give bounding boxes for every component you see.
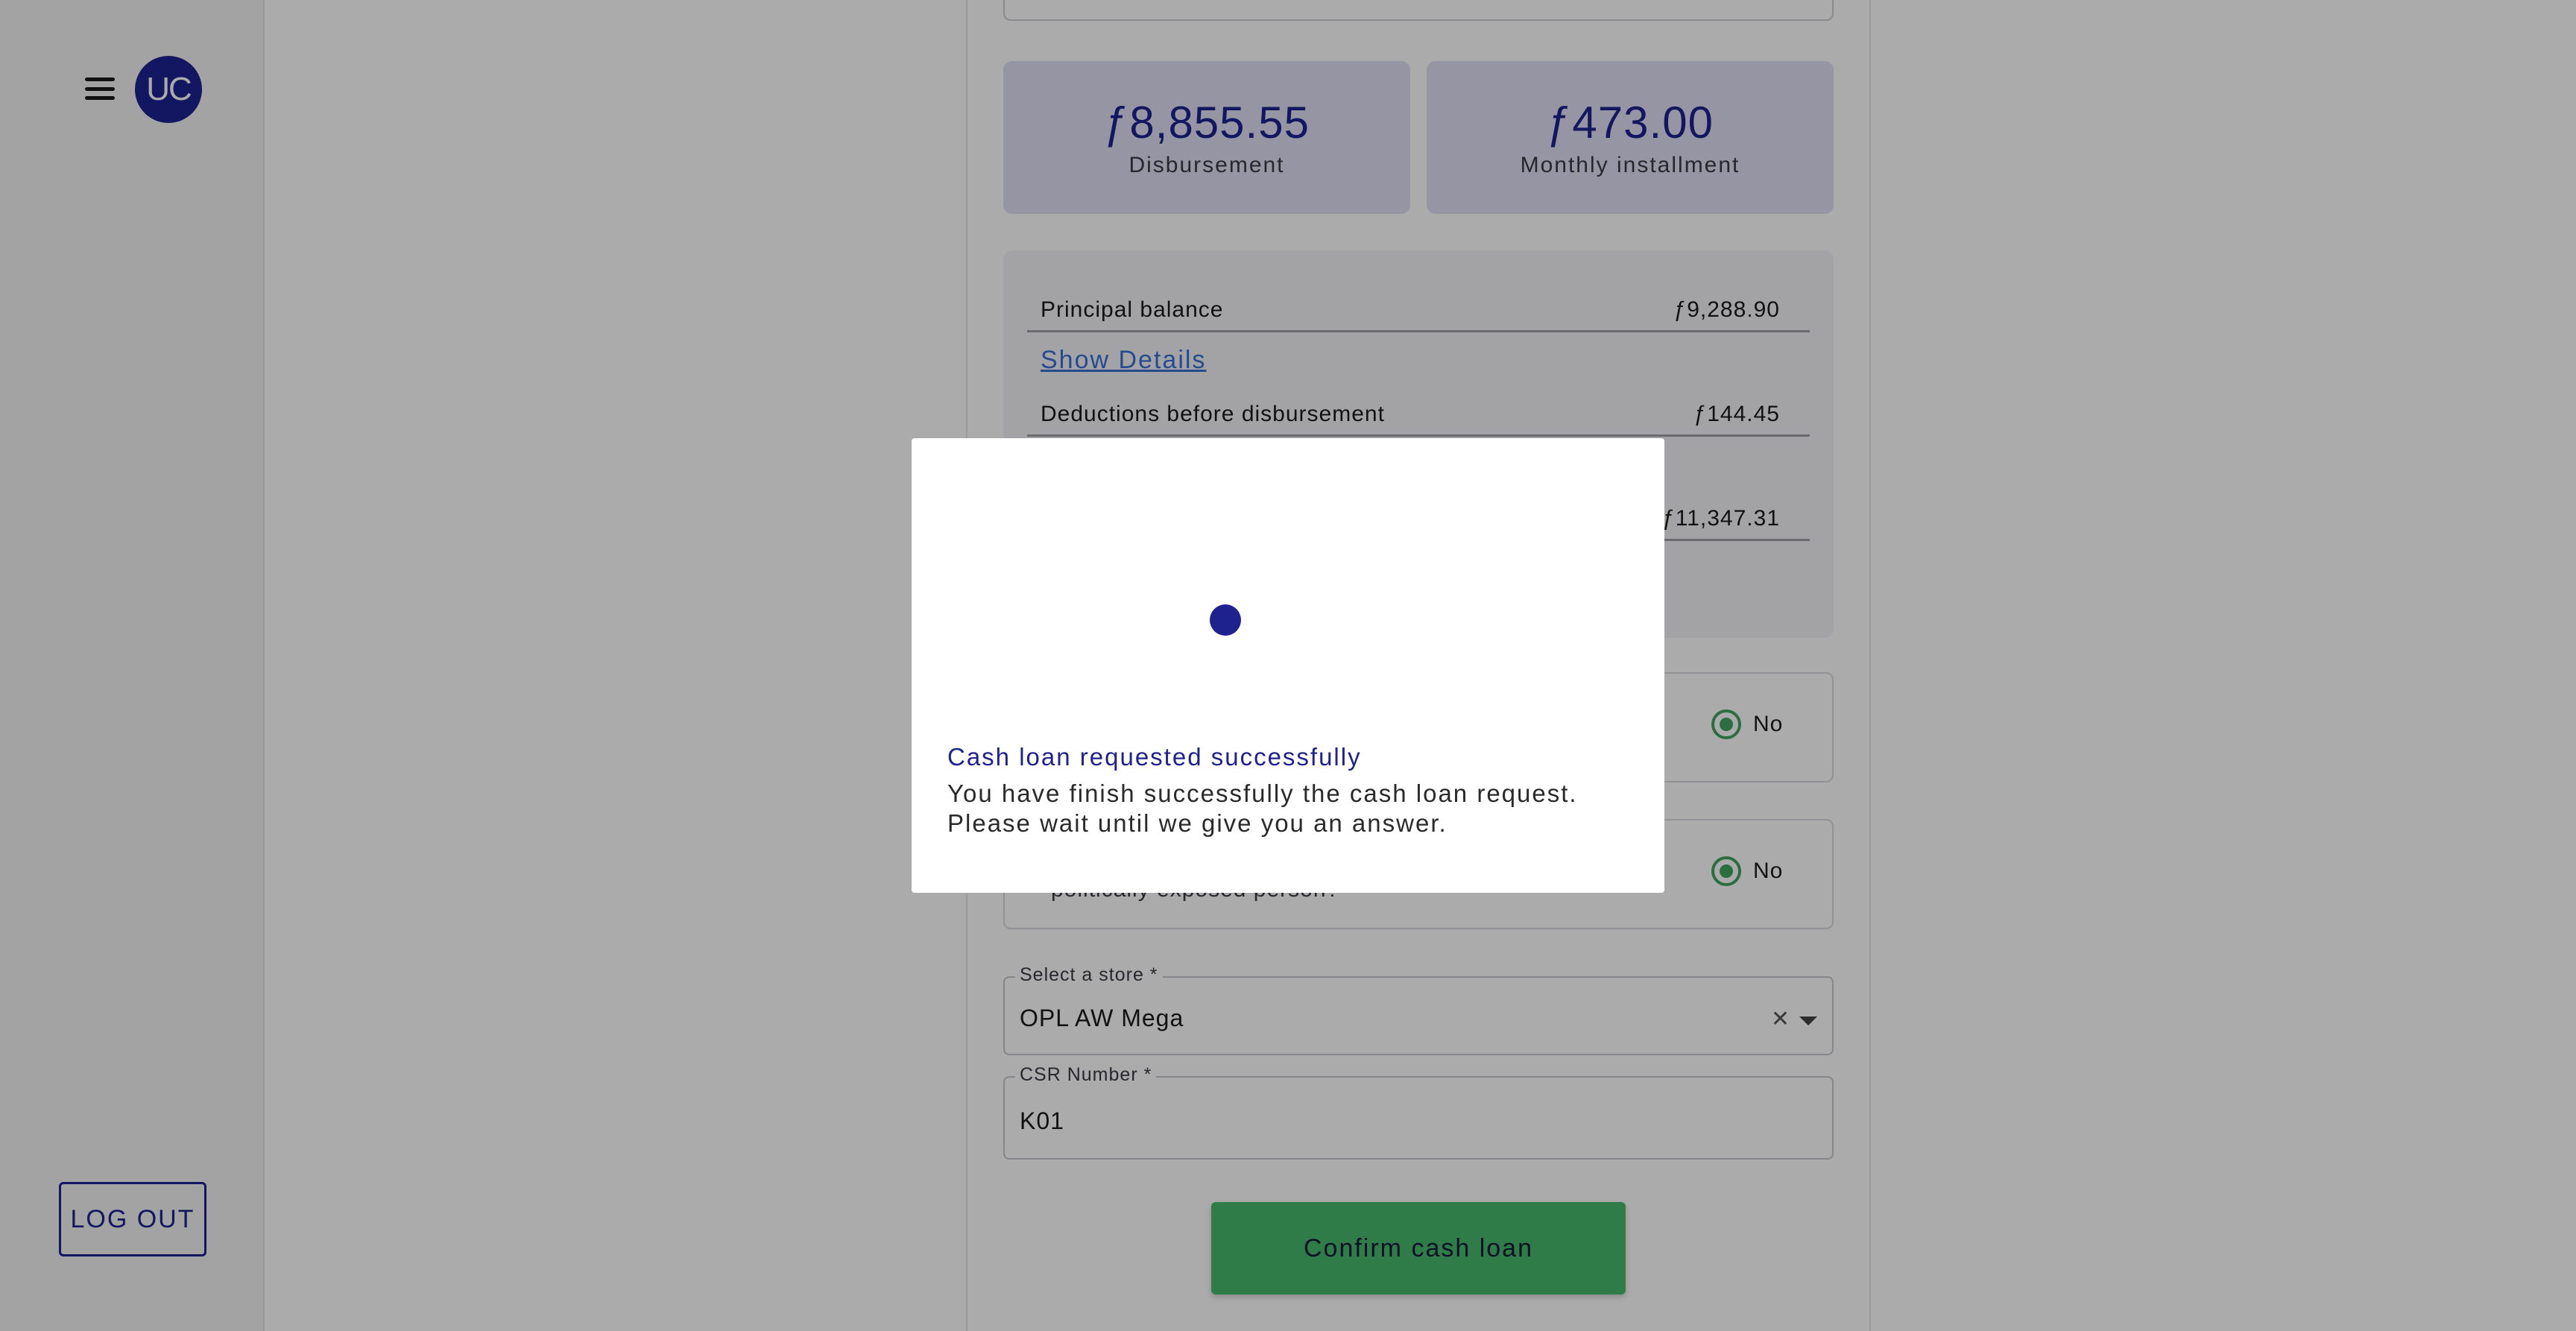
dialog-message: You have finish successfully the cash lo… bbox=[947, 779, 1578, 838]
dialog-message-line2: Please wait until we give you an answer. bbox=[947, 809, 1448, 837]
loading-dot-icon bbox=[1210, 604, 1241, 636]
app-root: UC LOG OUT ƒ8,855.55 Disbursement ƒ473.0… bbox=[0, 0, 2576, 1331]
dialog-title: Cash loan requested successfully bbox=[947, 743, 1362, 771]
success-dialog: Cash loan requested successfully You hav… bbox=[912, 438, 1664, 893]
dialog-message-line1: You have finish successfully the cash lo… bbox=[947, 780, 1578, 807]
